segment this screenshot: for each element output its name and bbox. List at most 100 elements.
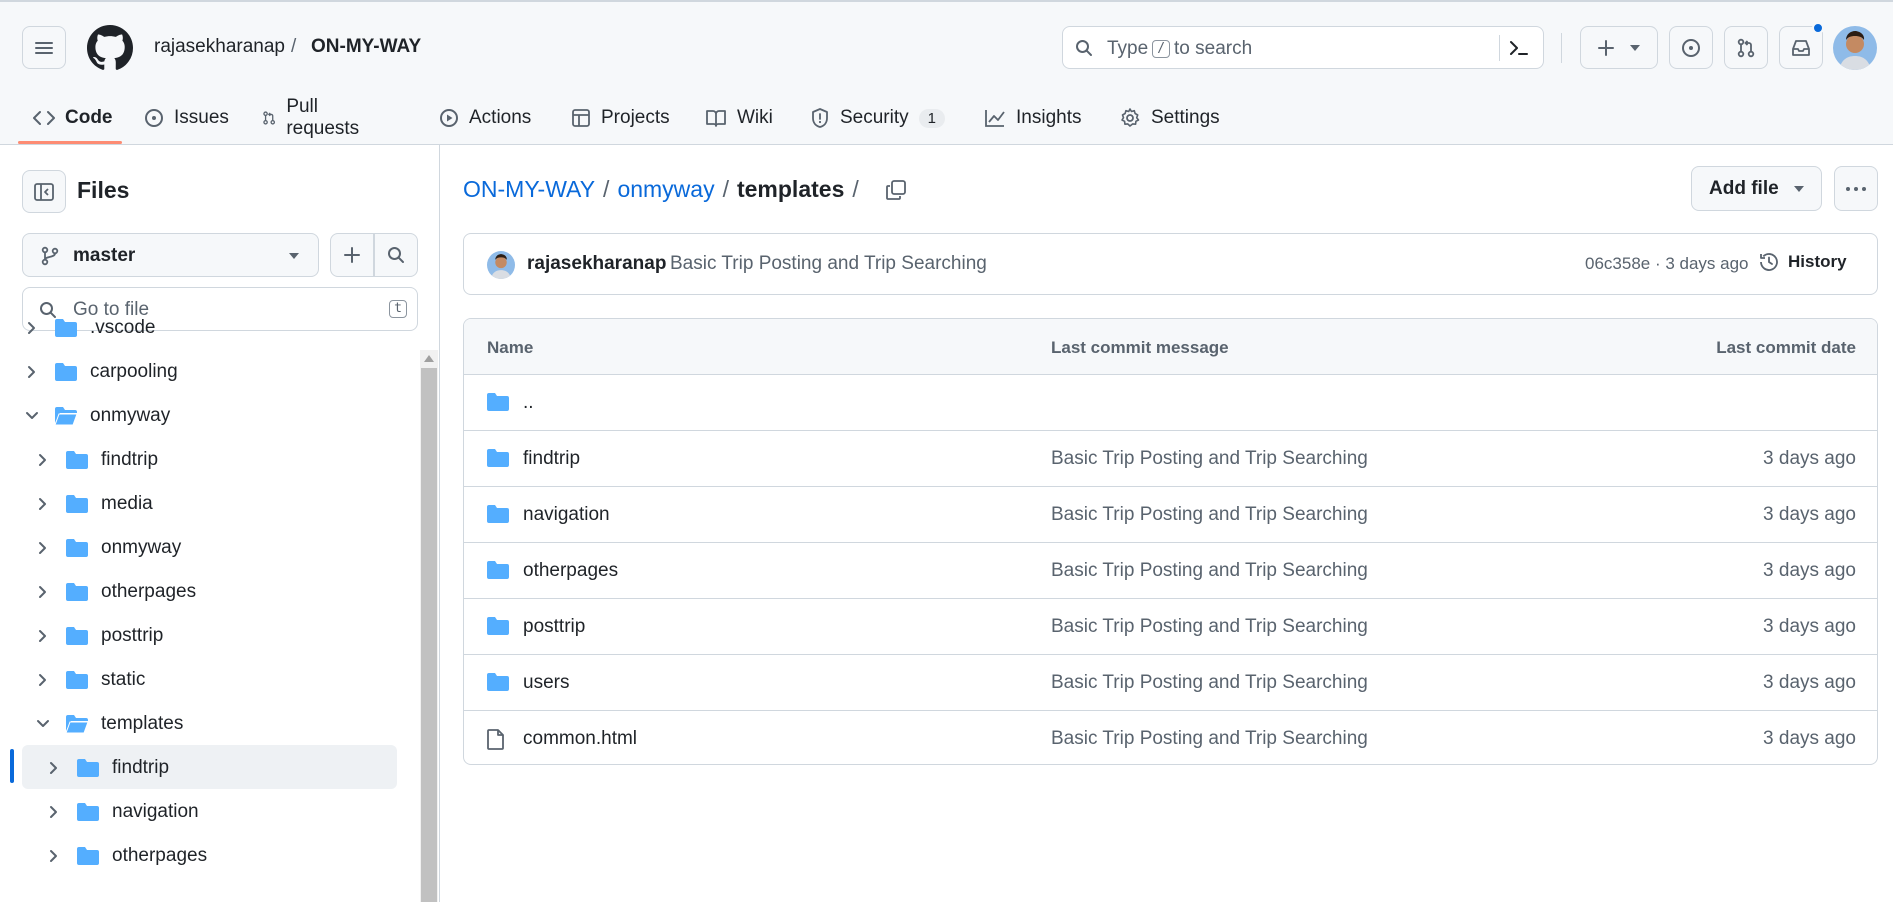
commit-author[interactable]: rajasekharanap bbox=[527, 253, 666, 275]
header-divider bbox=[1561, 33, 1562, 63]
search-icon bbox=[388, 247, 404, 263]
commit-hash-age[interactable]: 06c358e · 3 days ago bbox=[1585, 254, 1749, 274]
tab-issues[interactable]: Issues bbox=[144, 92, 229, 144]
tree-item[interactable]: findtrip bbox=[44, 749, 169, 787]
user-avatar[interactable] bbox=[1833, 26, 1877, 70]
row-commit-message[interactable]: Basic Trip Posting and Trip Searching bbox=[1051, 504, 1368, 526]
history-button[interactable]: History bbox=[1758, 251, 1847, 273]
table-row[interactable]: .. bbox=[464, 375, 1877, 431]
copy-path-button[interactable] bbox=[885, 179, 907, 201]
tree-item[interactable]: carpooling bbox=[22, 353, 178, 391]
scroll-up-arrow-icon[interactable] bbox=[424, 355, 434, 362]
tree-item[interactable]: media bbox=[33, 485, 153, 523]
folder-icon bbox=[65, 538, 89, 558]
chevron-right-icon[interactable] bbox=[22, 318, 42, 338]
issues-button[interactable] bbox=[1669, 26, 1713, 69]
row-name-link[interactable]: common.html bbox=[523, 728, 637, 750]
collapse-sidebar-button[interactable] bbox=[22, 170, 66, 213]
row-name-link[interactable]: .. bbox=[523, 392, 534, 414]
breadcrumb-current: templates bbox=[736, 176, 845, 202]
search-files-button[interactable] bbox=[374, 233, 418, 277]
tree-item[interactable]: findtrip bbox=[33, 441, 158, 479]
folder-icon bbox=[76, 802, 100, 822]
tree-item[interactable]: templates bbox=[33, 705, 183, 743]
tree-item[interactable]: posttrip bbox=[33, 617, 163, 655]
tree-item-label: otherpages bbox=[101, 581, 197, 602]
tab-projects[interactable]: Projects bbox=[571, 92, 670, 144]
breadcrumb-root-link[interactable]: ON-MY-WAY bbox=[463, 176, 595, 203]
chevron-right-icon[interactable] bbox=[22, 362, 42, 382]
row-name-link[interactable]: users bbox=[523, 672, 569, 694]
tab-code[interactable]: Code bbox=[33, 92, 113, 144]
table-row[interactable]: findtrip Basic Trip Posting and Trip Sear… bbox=[464, 431, 1877, 487]
folder-open-icon bbox=[65, 714, 89, 734]
sidebar-scrollbar[interactable] bbox=[420, 350, 438, 902]
tab-projects-label: Projects bbox=[601, 107, 670, 128]
more-options-button[interactable] bbox=[1834, 166, 1878, 211]
folder-icon bbox=[65, 670, 89, 690]
chevron-right-icon[interactable] bbox=[44, 802, 64, 822]
chevron-right-icon[interactable] bbox=[33, 450, 53, 470]
menu-button[interactable] bbox=[22, 26, 66, 69]
chevron-right-icon[interactable] bbox=[33, 494, 53, 514]
chevron-down-icon[interactable] bbox=[22, 406, 42, 426]
tab-insights[interactable]: Insights bbox=[984, 92, 1081, 144]
pull-request-icon bbox=[263, 111, 276, 125]
tree-item[interactable]: otherpages bbox=[44, 837, 207, 875]
table-row[interactable]: common.html Basic Trip Posting and Trip S… bbox=[464, 711, 1877, 764]
row-commit-message[interactable]: Basic Trip Posting and Trip Searching bbox=[1051, 672, 1368, 694]
scrollbar-thumb[interactable] bbox=[421, 368, 437, 902]
table-row[interactable]: otherpages Basic Trip Posting and Trip Se… bbox=[464, 543, 1877, 599]
table-row[interactable]: users Basic Trip Posting and Trip Searchi… bbox=[464, 655, 1877, 711]
tab-actions[interactable]: Actions bbox=[439, 92, 531, 144]
create-new-button[interactable] bbox=[1580, 26, 1658, 69]
github-logo-icon[interactable] bbox=[87, 25, 133, 71]
folder-icon bbox=[65, 626, 89, 646]
commit-author-avatar[interactable] bbox=[487, 251, 515, 279]
table-row[interactable]: posttrip Basic Trip Posting and Trip Sear… bbox=[464, 599, 1877, 655]
tree-item[interactable]: onmyway bbox=[33, 529, 181, 567]
tab-security[interactable]: Security 1 bbox=[810, 92, 945, 144]
search-input[interactable]: Type / to search bbox=[1062, 26, 1544, 69]
row-name-link[interactable]: otherpages bbox=[523, 560, 618, 582]
commit-message[interactable]: Basic Trip Posting and Trip Searching bbox=[670, 253, 987, 275]
breadcrumb-folder-link[interactable]: onmyway bbox=[617, 176, 714, 203]
chevron-right-icon[interactable] bbox=[44, 846, 64, 866]
tree-item[interactable]: onmyway bbox=[22, 397, 170, 435]
row-name-link[interactable]: posttrip bbox=[523, 616, 585, 638]
branch-selector[interactable]: master bbox=[22, 233, 319, 277]
command-palette-icon[interactable] bbox=[1509, 39, 1529, 57]
row-commit-message[interactable]: Basic Trip Posting and Trip Searching bbox=[1051, 560, 1368, 582]
security-count-badge: 1 bbox=[918, 108, 945, 128]
tab-pull-requests[interactable]: Pull requests bbox=[262, 92, 365, 144]
chevron-right-icon[interactable] bbox=[33, 626, 53, 646]
row-name-link[interactable]: navigation bbox=[523, 504, 610, 526]
table-header: Name Last commit message Last commit dat… bbox=[464, 319, 1877, 375]
add-file-button[interactable]: Add file bbox=[1691, 166, 1822, 211]
chevron-right-icon[interactable] bbox=[33, 538, 53, 558]
row-commit-message[interactable]: Basic Trip Posting and Trip Searching bbox=[1051, 616, 1368, 638]
pull-requests-button[interactable] bbox=[1724, 26, 1768, 69]
tree-item[interactable]: .vscode bbox=[22, 309, 155, 347]
add-file-tree-button[interactable] bbox=[330, 233, 374, 277]
file-icon bbox=[486, 728, 506, 750]
tab-wiki[interactable]: Wiki bbox=[705, 92, 773, 144]
row-commit-date: 3 days ago bbox=[1763, 560, 1856, 581]
chevron-right-icon[interactable] bbox=[33, 582, 53, 602]
tab-settings[interactable]: Settings bbox=[1119, 92, 1220, 144]
chevron-down-icon[interactable] bbox=[33, 714, 53, 734]
repo-link[interactable]: ON-MY-WAY bbox=[311, 36, 421, 58]
chevron-right-icon[interactable] bbox=[33, 670, 53, 690]
tree-item[interactable]: otherpages bbox=[33, 573, 196, 611]
tree-item[interactable]: navigation bbox=[44, 793, 199, 831]
chevron-right-icon[interactable] bbox=[44, 758, 64, 778]
tree-item[interactable]: static bbox=[33, 661, 145, 699]
row-commit-message[interactable]: Basic Trip Posting and Trip Searching bbox=[1051, 448, 1368, 470]
row-commit-message[interactable]: Basic Trip Posting and Trip Searching bbox=[1051, 728, 1368, 750]
owner-link[interactable]: rajasekharanap bbox=[154, 36, 285, 58]
row-name-link[interactable]: findtrip bbox=[523, 448, 580, 470]
file-tree-sidebar: Files master Go to file t .vscode carpool… bbox=[0, 145, 440, 902]
tree-item-label: onmyway bbox=[101, 537, 182, 558]
git-branch-icon bbox=[41, 246, 59, 266]
table-row[interactable]: navigation Basic Trip Posting and Trip Se… bbox=[464, 487, 1877, 543]
